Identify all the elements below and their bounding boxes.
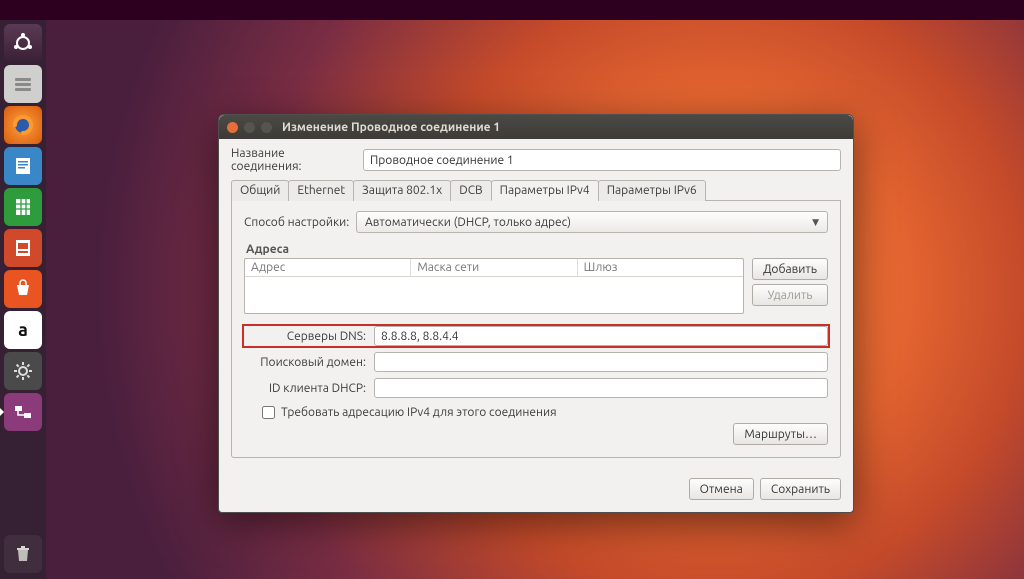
ubuntu-icon bbox=[11, 31, 35, 55]
tab-ipv4[interactable]: Параметры IPv4 bbox=[491, 180, 599, 201]
cancel-button[interactable]: Отмена bbox=[689, 478, 754, 500]
files-icon bbox=[11, 72, 35, 96]
launcher-item-files[interactable] bbox=[4, 65, 42, 103]
add-address-button[interactable]: Добавить bbox=[752, 258, 828, 280]
gear-icon bbox=[11, 359, 35, 383]
titlebar[interactable]: Изменение Проводное соединение 1 bbox=[219, 115, 853, 139]
firefox-icon bbox=[11, 113, 35, 137]
maximize-button[interactable] bbox=[261, 122, 272, 133]
dns-label: Серверы DNS: bbox=[244, 330, 374, 343]
tab-dcb[interactable]: DCB bbox=[450, 180, 491, 201]
minimize-button[interactable] bbox=[244, 122, 255, 133]
trash-icon bbox=[11, 542, 35, 566]
launcher-item-writer[interactable] bbox=[4, 147, 42, 185]
launcher-item-firefox[interactable] bbox=[4, 106, 42, 144]
addresses-table[interactable]: Адрес Маска сети Шлюз bbox=[244, 258, 744, 314]
calc-icon bbox=[11, 195, 35, 219]
ipv4-pane: Способ настройки: Автоматически (DHCP, т… bbox=[231, 201, 841, 458]
dialog-footer: Отмена Сохранить bbox=[219, 468, 853, 512]
tab-ethernet[interactable]: Ethernet bbox=[288, 180, 354, 201]
dns-servers-input[interactable] bbox=[374, 326, 828, 346]
tab-security[interactable]: Защита 802.1x bbox=[353, 180, 451, 201]
method-label: Способ настройки: bbox=[244, 216, 356, 229]
require-ipv4-checkbox[interactable] bbox=[262, 406, 275, 419]
window-title: Изменение Проводное соединение 1 bbox=[282, 121, 500, 134]
dhcp-client-id-label: ID клиента DHCP: bbox=[244, 382, 374, 395]
network-icon bbox=[11, 400, 35, 424]
search-domain-input[interactable] bbox=[374, 352, 828, 372]
software-icon bbox=[11, 277, 35, 301]
save-button[interactable]: Сохранить bbox=[760, 478, 841, 500]
search-domain-label: Поисковый домен: bbox=[244, 356, 374, 369]
connection-name-input[interactable] bbox=[363, 149, 841, 171]
delete-address-button[interactable]: Удалить bbox=[752, 284, 828, 306]
launcher-trash[interactable] bbox=[4, 535, 42, 573]
writer-icon bbox=[11, 154, 35, 178]
amazon-icon: a bbox=[18, 320, 28, 340]
network-edit-dialog: Изменение Проводное соединение 1 Названи… bbox=[218, 114, 854, 513]
chevron-down-icon: ▼ bbox=[812, 217, 819, 228]
require-ipv4-label: Требовать адресацию IPv4 для этого соеди… bbox=[281, 406, 557, 419]
close-button[interactable] bbox=[227, 122, 238, 133]
top-panel bbox=[0, 0, 1024, 20]
launcher-item-calc[interactable] bbox=[4, 188, 42, 226]
col-address: Адрес bbox=[245, 259, 411, 276]
launcher-item-settings[interactable] bbox=[4, 352, 42, 390]
method-combo[interactable]: Автоматически (DHCP, только адрес) ▼ bbox=[356, 211, 828, 233]
launcher-item-dash[interactable] bbox=[4, 24, 42, 62]
launcher-item-impress[interactable] bbox=[4, 229, 42, 267]
launcher-item-network[interactable] bbox=[4, 393, 42, 431]
tab-general[interactable]: Общий bbox=[231, 180, 289, 201]
unity-launcher: a bbox=[0, 20, 46, 579]
method-value: Автоматически (DHCP, только адрес) bbox=[365, 216, 571, 229]
connection-name-label: Название соединения: bbox=[231, 147, 363, 173]
tabs: Общий Ethernet Защита 802.1x DCB Парамет… bbox=[231, 179, 841, 201]
col-netmask: Маска сети bbox=[411, 259, 577, 276]
dhcp-client-id-input[interactable] bbox=[374, 378, 828, 398]
routes-button[interactable]: Маршруты… bbox=[733, 423, 828, 445]
impress-icon bbox=[11, 236, 35, 260]
col-gateway: Шлюз bbox=[578, 259, 743, 276]
launcher-item-amazon[interactable]: a bbox=[4, 311, 42, 349]
window-buttons bbox=[227, 122, 272, 133]
addresses-heading: Адреса bbox=[246, 243, 828, 256]
launcher-item-software[interactable] bbox=[4, 270, 42, 308]
tab-ipv6[interactable]: Параметры IPv6 bbox=[598, 180, 706, 201]
